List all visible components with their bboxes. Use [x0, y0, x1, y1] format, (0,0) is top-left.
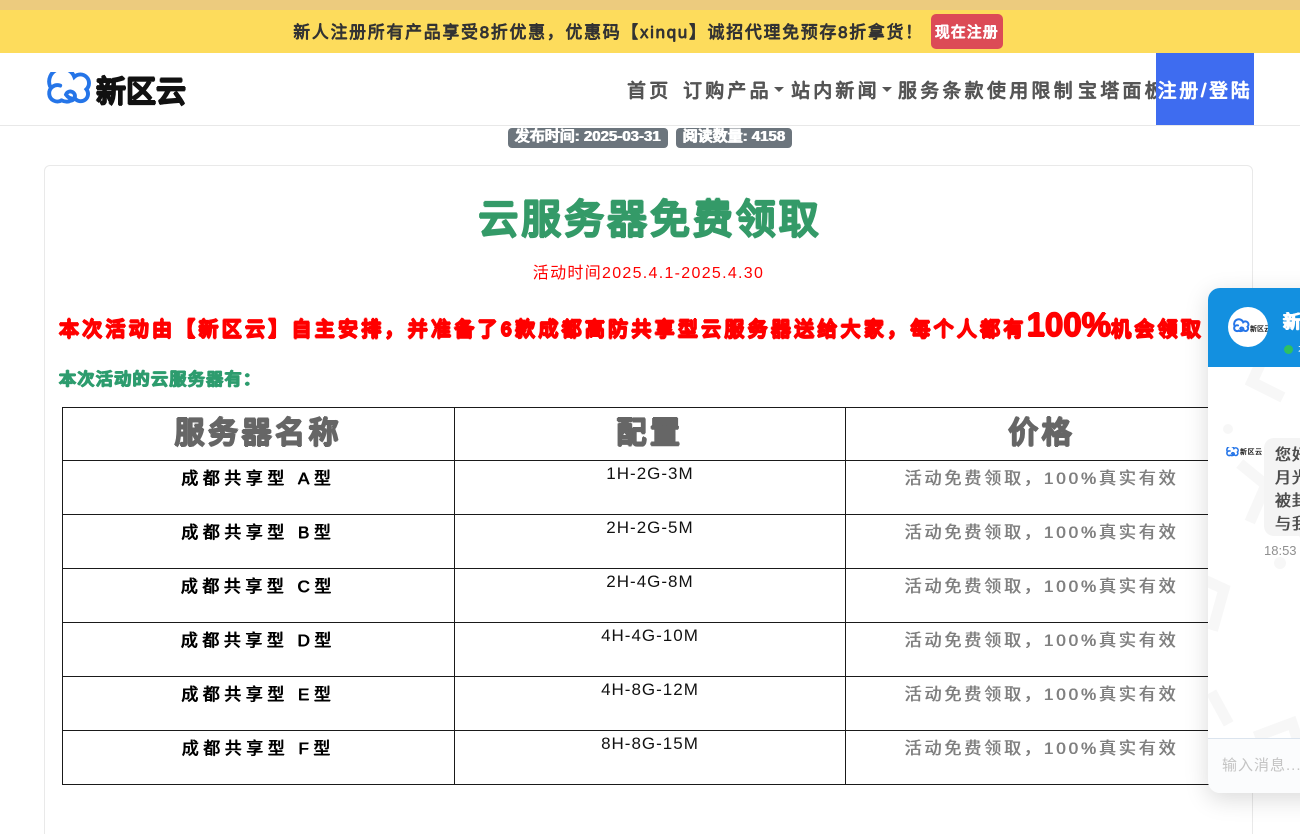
- svg-text:新区云: 新区云: [1250, 324, 1268, 333]
